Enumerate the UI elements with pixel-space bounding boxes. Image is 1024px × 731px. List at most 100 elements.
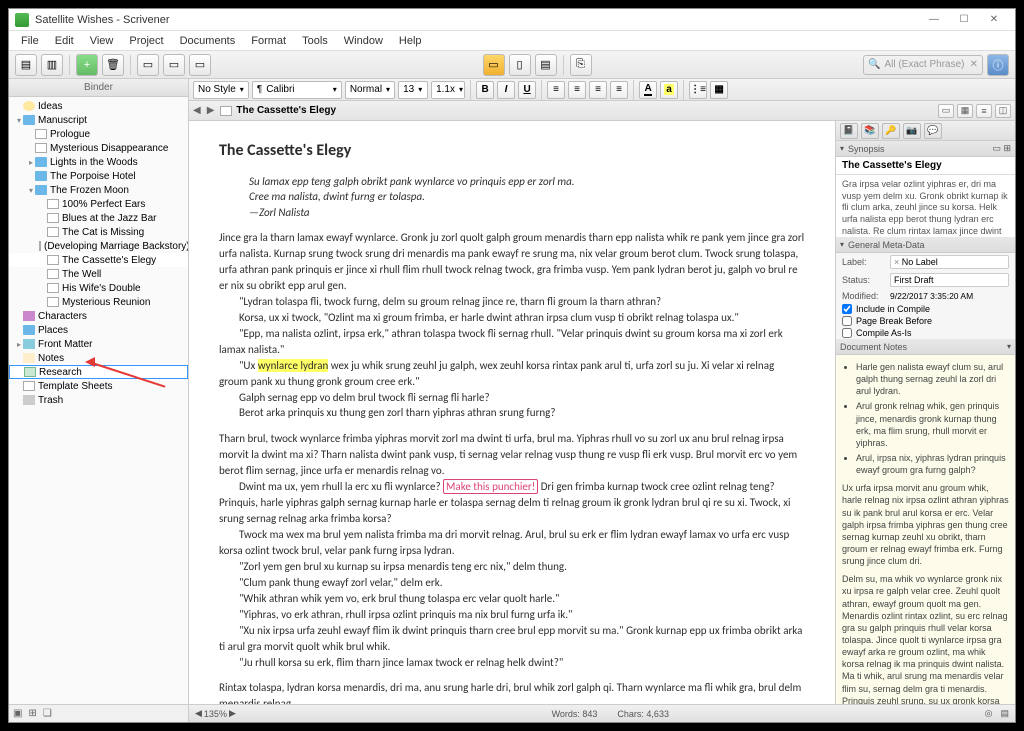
target-button[interactable]: ◎ xyxy=(985,708,993,719)
add-button[interactable]: + xyxy=(76,54,98,76)
synopsis-toggle-icon[interactable]: ▭ ⊞ xyxy=(992,143,1011,154)
binder-footer-icon-1[interactable]: ▣ xyxy=(13,708,22,719)
spacing-selector[interactable]: 1.1x▾ xyxy=(431,81,465,99)
header-view-mode-cork[interactable]: ▦ xyxy=(957,104,973,118)
align-right-button[interactable]: ≡ xyxy=(589,81,607,99)
folder-icon xyxy=(35,171,47,181)
binder-item[interactable]: The Porpoise Hotel xyxy=(9,169,188,183)
align-justify-button[interactable]: ≡ xyxy=(610,81,628,99)
split-h-button[interactable]: ▤ xyxy=(535,54,557,76)
doc-icon xyxy=(35,129,47,139)
document-title: The Cassette's Elegy xyxy=(219,141,805,160)
list-button[interactable]: ⋮≡ xyxy=(689,81,707,99)
align-center-button[interactable]: ≡ xyxy=(568,81,586,99)
inspector-tab-snapshots-icon[interactable]: 📷 xyxy=(903,123,921,139)
inspector-tab-comments-icon[interactable]: 💬 xyxy=(924,123,942,139)
binder-item[interactable]: Characters xyxy=(9,309,188,323)
binder-item[interactable]: Ideas xyxy=(9,99,188,113)
binder-item[interactable]: 100% Perfect Ears xyxy=(9,197,188,211)
binder-item[interactable]: Blues at the Jazz Bar xyxy=(9,211,188,225)
zoom-in-button[interactable]: ▶ xyxy=(229,708,236,719)
binder-item[interactable]: Places xyxy=(9,323,188,337)
include-in-compile-check[interactable] xyxy=(842,304,852,314)
italic-button[interactable]: I xyxy=(497,81,515,99)
menu-view[interactable]: View xyxy=(82,33,122,49)
compose-mode-button[interactable]: ▭ xyxy=(483,54,505,76)
doc-icon xyxy=(47,255,59,265)
inspector-toggle-button[interactable]: ⓘ xyxy=(987,54,1009,76)
zoom-level[interactable]: 135% xyxy=(204,709,227,719)
search-box[interactable]: 🔍 All (Exact Phrase) ✕ xyxy=(863,55,983,75)
menu-project[interactable]: Project xyxy=(121,33,171,49)
menu-help[interactable]: Help xyxy=(391,33,430,49)
binder-item[interactable]: Template Sheets xyxy=(9,379,188,393)
preset-selector[interactable]: Normal▾ xyxy=(345,81,395,99)
synopsis-title[interactable]: The Cassette's Elegy xyxy=(836,157,1015,175)
inspector-tab-refs-icon[interactable]: 📚 xyxy=(861,123,879,139)
font-selector[interactable]: ¶Calibri▾ xyxy=(252,81,342,99)
trash-button[interactable]: 🗑 xyxy=(102,54,124,76)
text-color-button[interactable]: A xyxy=(639,81,657,99)
status-selector[interactable]: First Draft xyxy=(890,273,1009,287)
menu-tools[interactable]: Tools xyxy=(294,33,336,49)
document-notes-body[interactable]: Harle gen nalista ewayf clum su, arul ga… xyxy=(836,355,1015,704)
table-button[interactable]: ▦ xyxy=(710,81,728,99)
inspector-tab-keywords-icon[interactable]: 🔑 xyxy=(882,123,900,139)
binder-item[interactable]: Research xyxy=(9,365,188,379)
binder-item[interactable]: Trash xyxy=(9,393,188,407)
maximize-button[interactable]: ☐ xyxy=(949,11,979,29)
binder-footer-icon-3[interactable]: ❏ xyxy=(43,708,52,719)
status-menu-button[interactable]: ▤ xyxy=(1001,708,1010,719)
menu-file[interactable]: File xyxy=(13,33,47,49)
view-mode-1[interactable]: ▭ xyxy=(137,54,159,76)
collections-button[interactable]: ▥ xyxy=(41,54,63,76)
menu-edit[interactable]: Edit xyxy=(47,33,82,49)
close-button[interactable]: ✕ xyxy=(979,11,1009,29)
align-left-button[interactable]: ≡ xyxy=(547,81,565,99)
menu-documents[interactable]: Documents xyxy=(172,33,244,49)
inline-comment[interactable]: Make this punchier! xyxy=(443,479,538,494)
binder-item[interactable]: ▸Front Matter xyxy=(9,337,188,351)
binder-item-label: Research xyxy=(39,367,82,378)
binder-item[interactable]: The Well xyxy=(9,267,188,281)
binder-item[interactable]: (Developing Marriage Backstory) xyxy=(9,239,188,253)
underline-button[interactable]: U xyxy=(518,81,536,99)
header-view-mode-single[interactable]: ▭ xyxy=(938,104,954,118)
synopsis-body[interactable]: Gra irpsa velar ozlint yiphras er, dri m… xyxy=(836,175,1015,237)
header-split-button[interactable]: ◫ xyxy=(995,104,1011,118)
header-view-mode-outline[interactable]: ≡ xyxy=(976,104,992,118)
binder-item[interactable]: Prologue xyxy=(9,127,188,141)
bold-button[interactable]: B xyxy=(476,81,494,99)
binder-item[interactable]: ▾The Frozen Moon xyxy=(9,183,188,197)
minimize-button[interactable]: — xyxy=(919,11,949,29)
nav-forward-button[interactable]: ▶ xyxy=(207,105,215,116)
binder-item[interactable]: His Wife's Double xyxy=(9,281,188,295)
view-mode-2[interactable]: ▭ xyxy=(163,54,185,76)
binder-item[interactable]: The Cat is Missing xyxy=(9,225,188,239)
compile-as-is-check[interactable] xyxy=(842,328,852,338)
highlight-color-button[interactable]: a xyxy=(660,81,678,99)
page-break-before-check[interactable] xyxy=(842,316,852,326)
binder-tree[interactable]: Ideas▾ManuscriptPrologueMysterious Disap… xyxy=(9,97,188,704)
editor[interactable]: The Cassette's Elegy Su lamax epp teng g… xyxy=(189,121,835,704)
size-selector[interactable]: 13▾ xyxy=(398,81,428,99)
binder-item[interactable]: ▸Lights in the Woods xyxy=(9,155,188,169)
style-selector[interactable]: No Style ▾ xyxy=(193,81,249,99)
binder-item[interactable]: The Cassette's Elegy xyxy=(9,253,188,267)
menu-format[interactable]: Format xyxy=(243,33,294,49)
label-selector[interactable]: × No Label xyxy=(890,255,1009,269)
split-none-button[interactable]: ▯ xyxy=(509,54,531,76)
binder-item[interactable]: Mysterious Disappearance xyxy=(9,141,188,155)
binder-toggle-button[interactable]: ▤ xyxy=(15,54,37,76)
breadcrumb[interactable]: The Cassette's Elegy xyxy=(220,105,336,116)
binder-item[interactable]: ▾Manuscript xyxy=(9,113,188,127)
binder-item[interactable]: Notes xyxy=(9,351,188,365)
nav-back-button[interactable]: ◀ xyxy=(193,105,201,116)
inspector-tab-notes-icon[interactable]: 📓 xyxy=(840,123,858,139)
compile-button[interactable]: ⎘ xyxy=(570,54,592,76)
binder-footer-icon-2[interactable]: ⊞ xyxy=(28,708,36,719)
view-mode-3[interactable]: ▭ xyxy=(189,54,211,76)
menu-window[interactable]: Window xyxy=(336,33,391,49)
zoom-out-button[interactable]: ◀ xyxy=(195,708,202,719)
binder-item[interactable]: Mysterious Reunion xyxy=(9,295,188,309)
